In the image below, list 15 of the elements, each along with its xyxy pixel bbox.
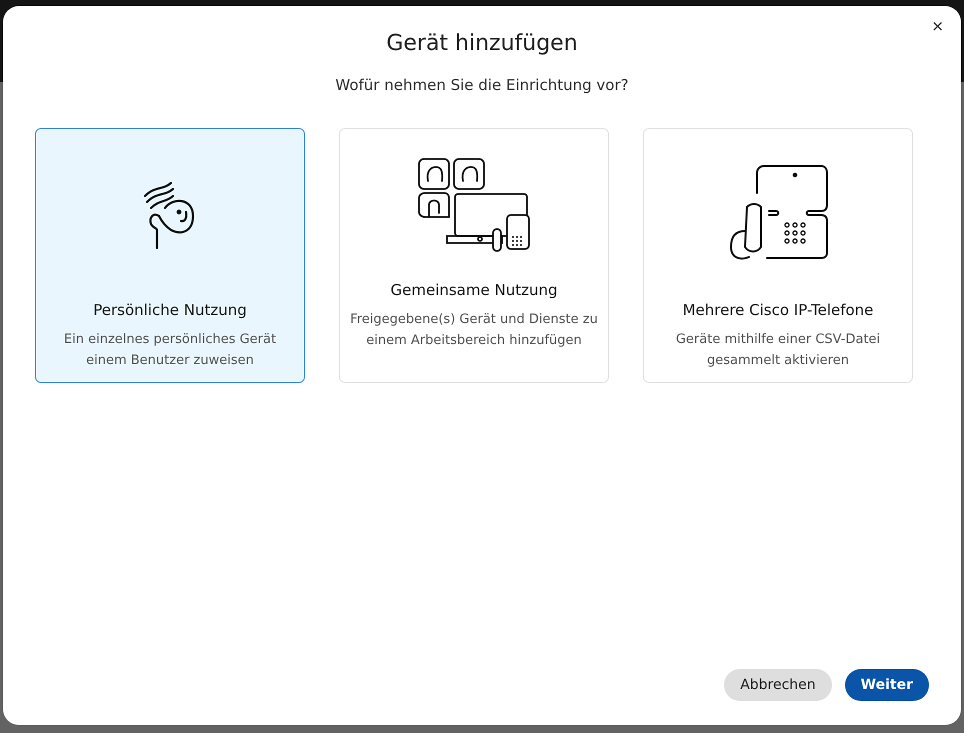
option-title: Persönliche Nutzung (93, 301, 247, 319)
dialog-title: Gerät hinzufügen (385, 31, 579, 56)
option-card[interactable]: Gemeinsame Nutzung Freigegebene(s) Gerät und Dienste zu einem Arbeitsbereich hinzufügen (339, 128, 609, 383)
option-title: Gemeinsame Nutzung (390, 281, 558, 299)
option-title: Mehrere Cisco IP-Telefone (682, 301, 874, 319)
option-card[interactable]: Persönliche Nutzung Ein einzelnes persönliches Gerät einem Benutzer zuweisen (35, 128, 305, 383)
close-button[interactable]: × (928, 18, 947, 34)
option-card[interactable]: Mehrere Cisco IP-Telefone Geräte mithilfe einer CSV-Datei gesammelt aktivieren (643, 128, 913, 383)
dialog-subtitle: Wofür nehmen Sie die Einrichtung vor? (334, 76, 630, 94)
cancel-button[interactable]: Abbrechen (724, 669, 832, 701)
option-description: Geräte mithilfe einer CSV-Datei gesammelt aktivieren (674, 331, 882, 370)
option-description: Ein einzelnes persönliches Gerät einem Benutzer zuweisen (62, 331, 278, 370)
option-description: Freigegebene(s) Gerät und Dienste zu einem Arbeitsbereich hinzufügen (350, 311, 598, 350)
next-button[interactable]: Weiter (844, 669, 929, 701)
person-icon (143, 180, 197, 250)
